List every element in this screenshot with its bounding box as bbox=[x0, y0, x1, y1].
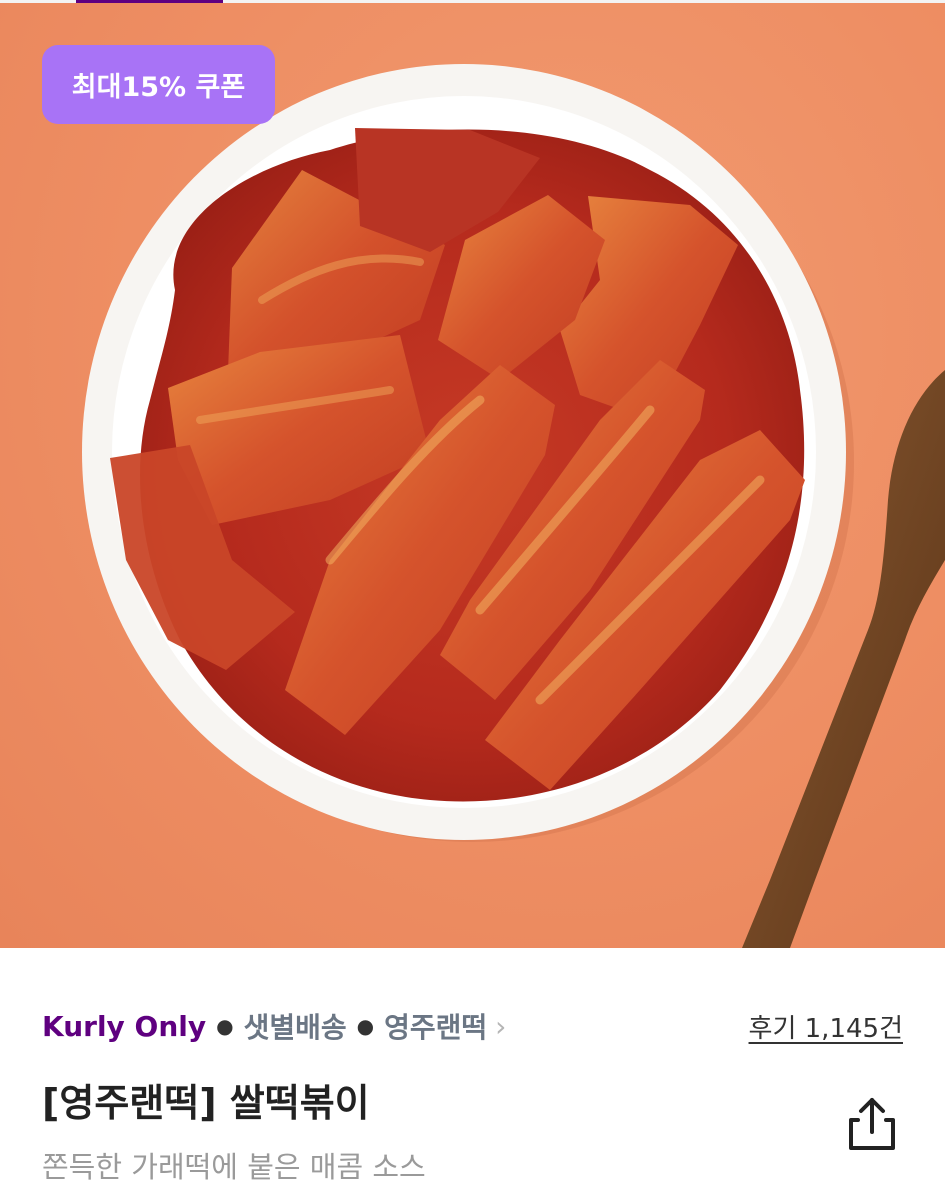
image-pager-indicator bbox=[0, 0, 945, 3]
product-info-section: Kurly Only ● 샛별배송 ● 영주랜떡 › 후기 1,145건 [영주… bbox=[0, 948, 945, 1200]
delivery-tag: 샛별배송 bbox=[243, 1011, 347, 1044]
brand-link[interactable]: 영주랜떡 bbox=[384, 1006, 487, 1046]
product-meta-row: Kurly Only ● 샛별배송 ● 영주랜떡 › bbox=[42, 1006, 506, 1046]
product-title: [영주랜떡] 쌀떡볶이 bbox=[42, 1081, 370, 1125]
review-count-link[interactable]: 후기 1,145건 bbox=[749, 1008, 903, 1044]
tteokbokki-photo bbox=[82, 64, 945, 948]
separator-dot: ● bbox=[356, 1014, 375, 1038]
product-hero-image[interactable]: 최대15% 쿠폰 bbox=[0, 0, 945, 948]
product-subtitle: 쫀득한 가래떡에 붙은 매콤 소스 bbox=[42, 1150, 426, 1184]
coupon-badge: 최대15% 쿠폰 bbox=[42, 45, 275, 124]
separator-dot: ● bbox=[216, 1014, 234, 1038]
kurly-only-tag: Kurly Only bbox=[42, 1009, 207, 1043]
share-icon bbox=[849, 1098, 895, 1150]
image-pager-active bbox=[76, 0, 223, 3]
chevron-right-icon[interactable]: › bbox=[495, 1010, 506, 1043]
share-button[interactable] bbox=[844, 1094, 900, 1154]
